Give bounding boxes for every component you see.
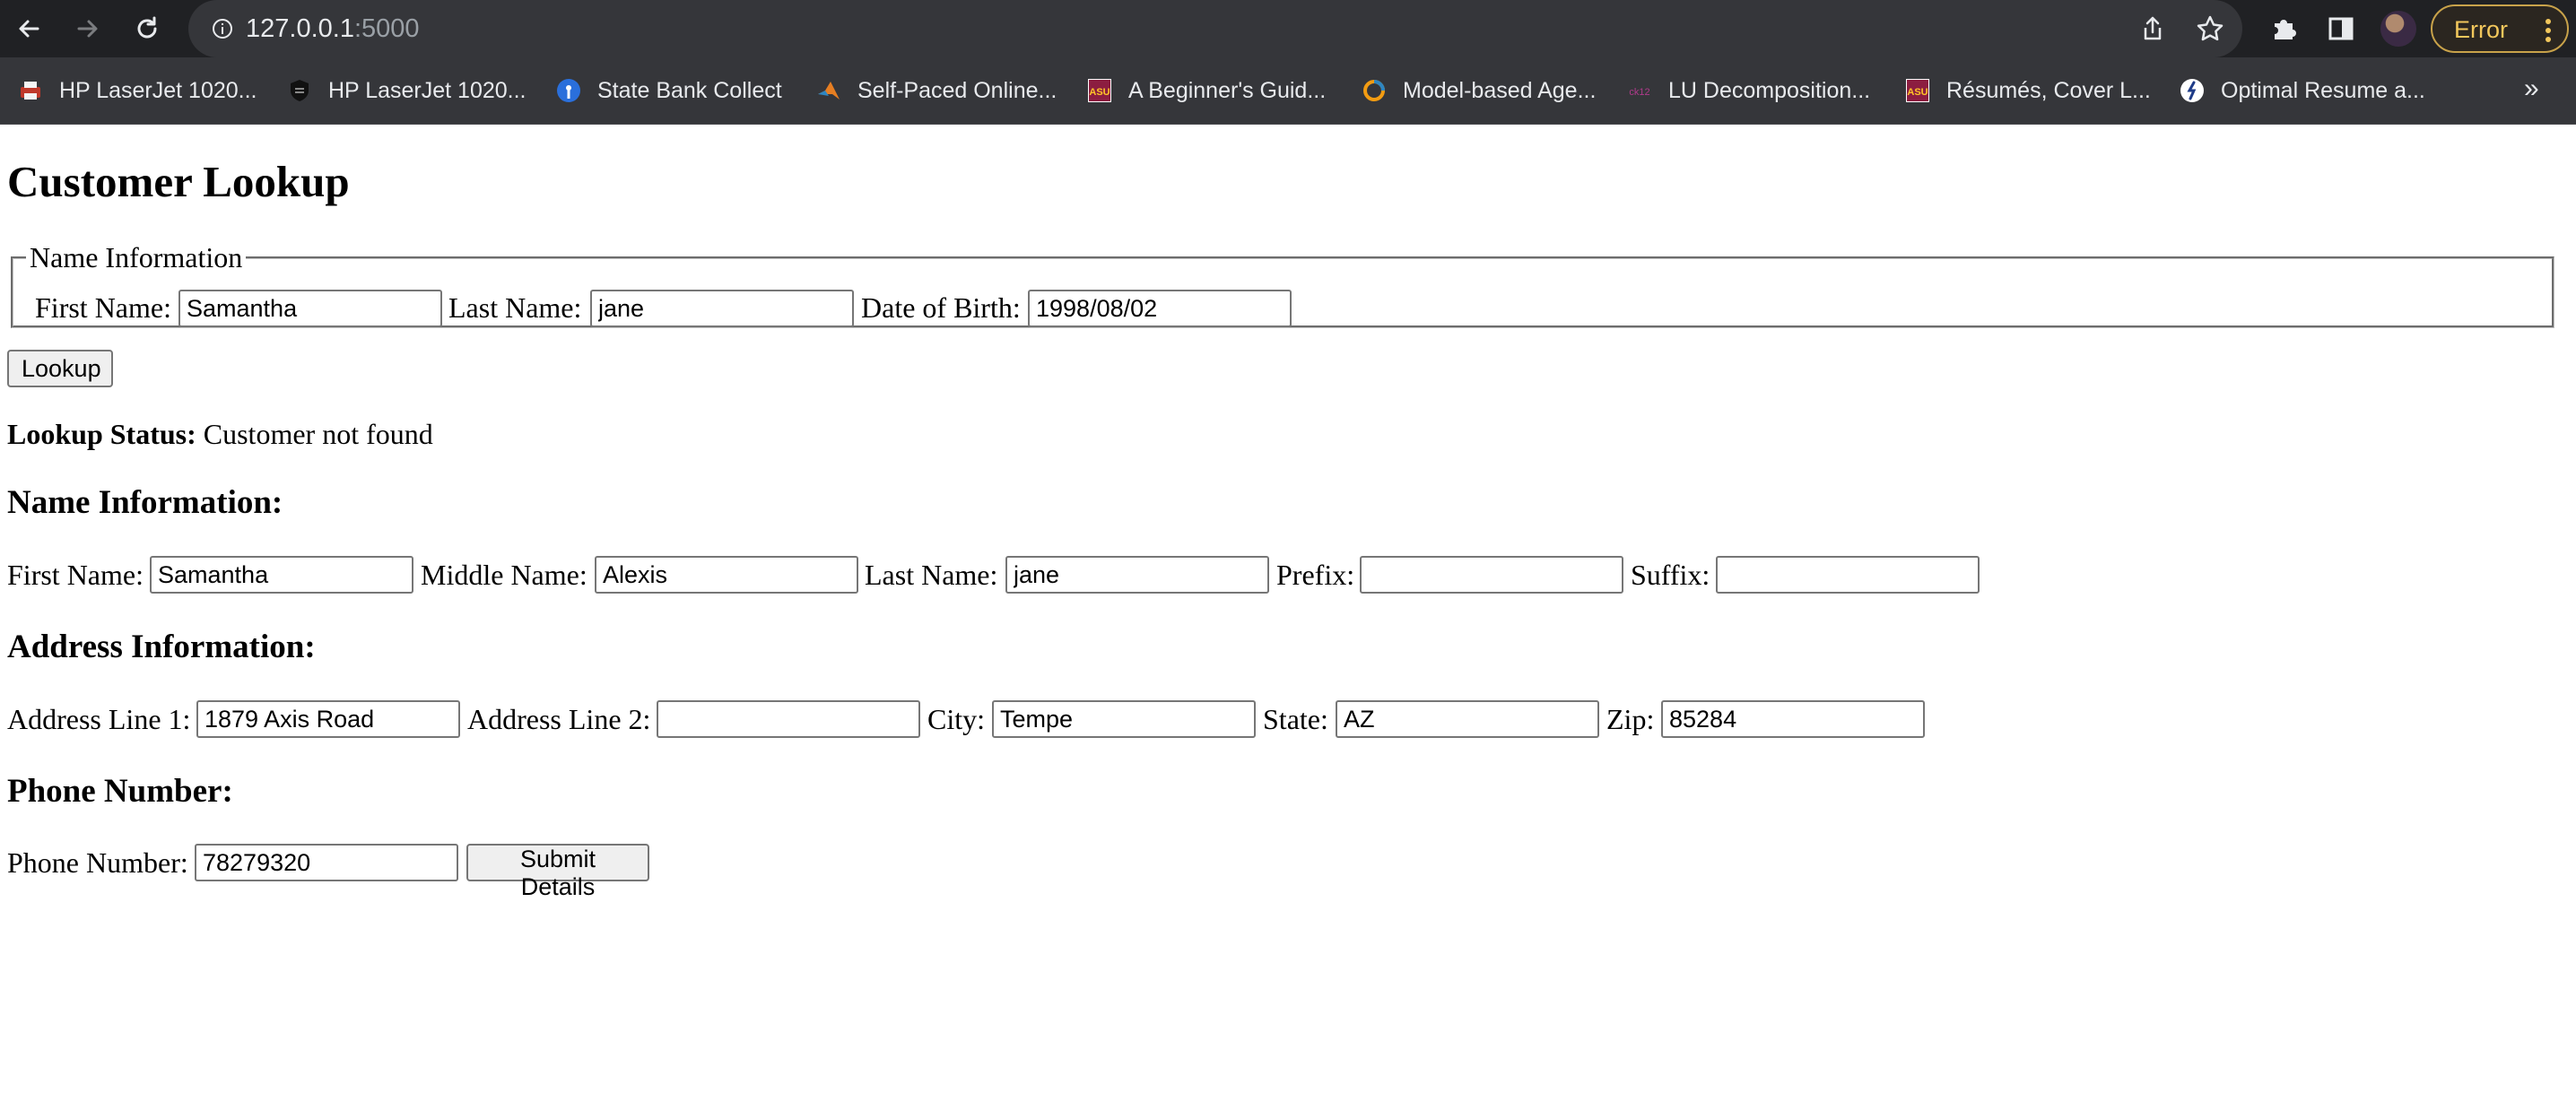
bookmark-label: Optimal Resume a... <box>2221 77 2425 103</box>
bookmark-item[interactable]: Model-based Age... <box>1362 74 1596 108</box>
bookmark-item[interactable]: Optimal Resume a... <box>2180 74 2425 108</box>
zip-input[interactable] <box>1661 700 1925 738</box>
asu-icon: ASU <box>1906 79 1929 102</box>
last-name-input[interactable] <box>1005 556 1269 594</box>
phone-number-label: Phone Number: <box>7 846 188 879</box>
forward-arrow-icon[interactable] <box>72 13 104 45</box>
ck12-icon: ck12 <box>1629 87 1649 98</box>
address-line2-input[interactable] <box>657 700 920 738</box>
bookmark-label: LU Decomposition... <box>1668 77 1871 103</box>
fieldset-legend: Name Information <box>30 241 243 273</box>
site-info-icon[interactable] <box>212 18 233 39</box>
sbi-icon <box>557 79 580 102</box>
lookup-last-name-input[interactable] <box>590 290 854 327</box>
prefix-input[interactable] <box>1360 556 1623 594</box>
bookmark-star-icon[interactable] <box>2194 13 2226 45</box>
lookup-dob-input[interactable] <box>1028 290 1292 327</box>
error-button[interactable]: Error <box>2431 4 2569 53</box>
bookmark-item[interactable]: HP LaserJet 1020... <box>18 74 257 108</box>
address-section-heading: Address Information: <box>7 629 316 665</box>
state-label: State: <box>1263 703 1328 735</box>
share-icon[interactable] <box>2137 13 2169 45</box>
page-title: Customer Lookup <box>7 157 350 206</box>
lookup-dob-label: Date of Birth: <box>861 291 1021 324</box>
status-label: Lookup Status: <box>7 418 196 450</box>
bookmark-item[interactable]: HP LaserJet 1020... <box>287 74 527 108</box>
middle-name-label: Middle Name: <box>421 559 587 591</box>
asu-icon: ASU <box>1088 79 1111 102</box>
page-content: Customer Lookup Name Information First N… <box>0 125 2576 1093</box>
lookup-first-name-input[interactable] <box>178 290 442 327</box>
more-bookmarks-chevron-icon[interactable]: » <box>2524 74 2539 104</box>
status-value: Customer not found <box>196 418 433 450</box>
bookmark-label: HP LaserJet 1020... <box>328 77 527 103</box>
last-name-label: Last Name: <box>865 559 998 591</box>
suffix-input[interactable] <box>1716 556 1980 594</box>
address-line1-label: Address Line 1: <box>7 703 191 735</box>
reload-icon[interactable] <box>131 13 163 45</box>
bookmark-item[interactable]: State Bank Collect <box>556 74 782 108</box>
extensions-icon[interactable] <box>2267 13 2300 45</box>
bookmark-label: Model-based Age... <box>1403 77 1597 103</box>
side-panel-icon[interactable] <box>2325 13 2357 45</box>
bookmark-label: State Bank Collect <box>597 77 782 103</box>
error-label: Error <box>2454 16 2508 43</box>
suffix-label: Suffix: <box>1631 559 1710 591</box>
first-name-input[interactable] <box>150 556 413 594</box>
bookmark-label: HP LaserJet 1020... <box>59 77 257 103</box>
city-input[interactable] <box>992 700 1256 738</box>
lookup-first-name-label: First Name: <box>35 291 171 324</box>
more-menu-icon[interactable] <box>2544 18 2553 43</box>
lookup-last-name-label: Last Name: <box>448 291 582 324</box>
middle-name-input[interactable] <box>595 556 858 594</box>
printer-icon <box>21 82 40 100</box>
bookmark-label: Self-Paced Online... <box>857 77 1057 103</box>
bookmark-label: A Beginner's Guid... <box>1128 77 1327 103</box>
url-text[interactable]: 127.0.0.1:5000 <box>246 13 420 45</box>
lookup-status: Lookup Status: Customer not found <box>7 416 433 452</box>
lookup-button[interactable]: Lookup <box>7 350 113 387</box>
ring-icon <box>1363 80 1385 101</box>
address-bar[interactable]: 127.0.0.1:5000 <box>188 0 2242 57</box>
bookmark-item[interactable]: ASU A Beginner's Guid... <box>1087 74 1326 108</box>
profile-avatar[interactable] <box>2380 11 2416 47</box>
phone-section-heading: Phone Number: <box>7 773 233 810</box>
matlab-icon <box>818 82 840 100</box>
bookmark-item[interactable]: ck12 LU Decomposition... <box>1627 74 1870 108</box>
submit-details-button[interactable]: Submit Details <box>466 844 649 900</box>
back-arrow-icon[interactable] <box>13 13 45 45</box>
runner-icon <box>2180 79 2204 102</box>
address-line1-input[interactable] <box>196 700 460 738</box>
address-line2-label: Address Line 2: <box>467 703 651 735</box>
browser-toolbar: 127.0.0.1:5000 Error <box>0 0 2576 57</box>
svg-text:ASU: ASU <box>1907 87 1928 98</box>
zip-label: Zip: <box>1606 703 1655 735</box>
shield-icon <box>291 80 309 101</box>
bookmark-item[interactable]: Self-Paced Online... <box>816 74 1057 108</box>
phone-number-input[interactable] <box>195 844 458 881</box>
bookmark-label: Résumés, Cover L... <box>1946 77 2151 103</box>
first-name-label: First Name: <box>7 559 144 591</box>
svg-text:ASU: ASU <box>1089 87 1110 98</box>
prefix-label: Prefix: <box>1276 559 1355 591</box>
bookmark-item[interactable]: ASU Résumés, Cover L... <box>1905 74 2151 108</box>
svg-text:ck12: ck12 <box>1629 87 1649 98</box>
state-input[interactable] <box>1336 700 1599 738</box>
bookmarks-bar: HP LaserJet 1020... HP LaserJet 1020... … <box>0 57 2576 125</box>
name-section-heading: Name Information: <box>7 484 283 521</box>
url-port: :5000 <box>353 14 420 43</box>
city-label: City: <box>927 703 986 735</box>
url-host: 127.0.0.1 <box>246 14 354 43</box>
